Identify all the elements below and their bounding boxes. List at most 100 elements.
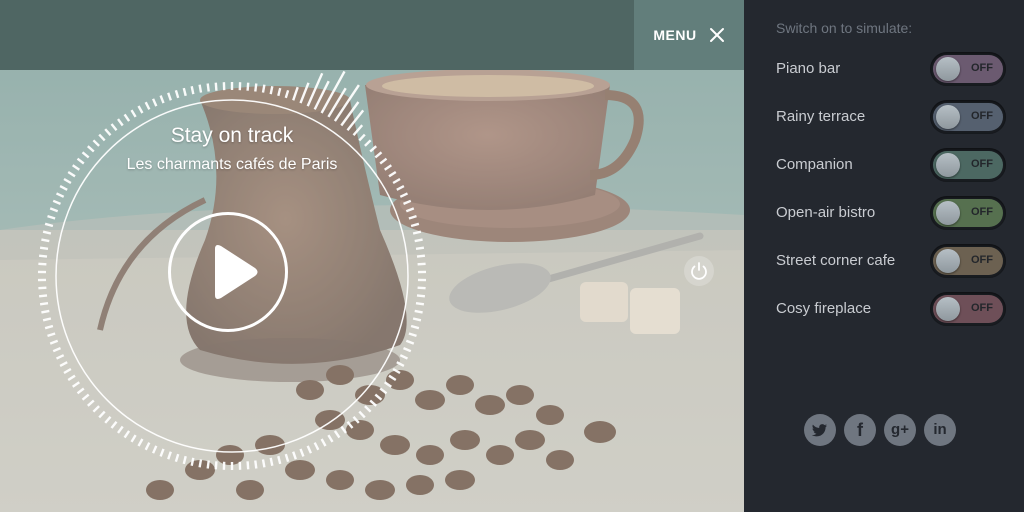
toggle-state: OFF <box>971 158 993 170</box>
visualizer-tick <box>416 294 426 298</box>
visualizer-tick <box>388 170 397 178</box>
visualizer-tick <box>415 246 425 250</box>
visualizer-tick <box>306 445 312 454</box>
toggle-knob[interactable] <box>936 201 960 225</box>
visualizer-tick <box>416 254 426 258</box>
visualizer-tick <box>364 405 372 413</box>
sidebar-heading: Switch on to simulate: <box>776 20 913 36</box>
visualizer-tick <box>110 421 118 429</box>
visualizer-tick <box>369 399 377 407</box>
toggle-street-corner-cafe[interactable]: OFF <box>930 244 1006 278</box>
visualizer-tick <box>214 82 218 91</box>
toggle-state: OFF <box>971 254 993 266</box>
visualizer-tick <box>254 83 258 92</box>
visualizer-tick <box>399 192 409 198</box>
toggle-piano-bar[interactable]: OFF <box>930 52 1006 86</box>
visualizer-tick <box>38 286 47 290</box>
visualizer-tick <box>414 309 423 314</box>
visualizer-tick <box>384 164 392 171</box>
visualizer-tick <box>152 445 158 454</box>
visualizer-tick <box>408 332 417 338</box>
visualizer-tick <box>72 381 80 388</box>
visualizer-tick <box>152 98 158 107</box>
visualizer-tick <box>405 207 415 213</box>
visualizer-tick <box>123 430 131 439</box>
visualizer-tick <box>117 425 124 434</box>
visualizer-tick <box>38 254 48 258</box>
visualizer-tick <box>261 459 266 468</box>
visualizer-tick <box>67 374 76 382</box>
visualizer-tick <box>55 354 65 360</box>
sim-row-rainy-terrace: Rainy terrace OFF <box>776 100 1008 136</box>
visualizer-tick <box>52 199 61 206</box>
power-button[interactable] <box>684 256 714 286</box>
visualizer-tick <box>340 425 347 434</box>
visualizer-tick <box>182 87 187 97</box>
visualizer-tick <box>47 214 56 220</box>
visualizer-tick <box>159 95 165 104</box>
visualizer-tick <box>320 70 346 114</box>
visualizer-tick <box>38 262 47 266</box>
visualizer-tick <box>174 453 180 463</box>
sim-label: Open-air bistro <box>776 204 876 221</box>
visualizer-ring <box>37 70 427 470</box>
visualizer-tick <box>254 460 258 469</box>
visualizer-tick <box>44 222 54 228</box>
linkedin-glyph: in <box>933 421 947 438</box>
visualizer-tick <box>198 84 203 93</box>
visualizer-tick <box>392 367 401 375</box>
toggle-knob[interactable] <box>936 249 960 273</box>
sidebar: Switch on to simulate: Piano bar OFF Rai… <box>744 0 1024 512</box>
visualizer-tick <box>396 361 405 367</box>
visualizer-tick <box>327 434 334 443</box>
visualizer-tick <box>167 92 172 101</box>
visualizer-tick <box>144 101 151 110</box>
visualizer-tick <box>403 199 412 206</box>
toggle-track: OFF <box>933 103 1003 131</box>
power-icon <box>691 262 707 280</box>
twitter-icon[interactable] <box>804 414 836 446</box>
visualizer-tick <box>41 238 50 243</box>
visualizer-tick <box>269 457 274 467</box>
googleplus-icon[interactable]: g+ <box>884 414 916 446</box>
toggle-knob[interactable] <box>936 297 960 321</box>
visualizer-tick <box>292 86 299 101</box>
toggle-knob[interactable] <box>936 57 960 81</box>
toggle-companion[interactable]: OFF <box>930 148 1006 182</box>
visualizer-tick <box>41 309 50 314</box>
visualizer-tick <box>414 238 423 243</box>
play-button[interactable] <box>168 212 288 332</box>
sim-row-piano-bar: Piano bar OFF <box>776 52 1008 88</box>
visualizer-tick <box>190 457 195 467</box>
toggle-open-air-bistro[interactable]: OFF <box>930 196 1006 230</box>
visualizer-tick <box>55 192 65 198</box>
linkedin-icon[interactable]: in <box>924 414 956 446</box>
googleplus-glyph: g+ <box>891 421 909 438</box>
visualizer-tick <box>399 354 409 360</box>
visualizer-tick <box>137 105 144 114</box>
toggle-cosy-fireplace[interactable]: OFF <box>930 292 1006 326</box>
visualizer-tick <box>379 387 388 395</box>
toggle-rainy-terrace[interactable]: OFF <box>930 100 1006 134</box>
visualizer-tick <box>292 451 297 460</box>
toggle-knob[interactable] <box>936 153 960 177</box>
visualizer-tick <box>190 85 195 95</box>
toggle-track: OFF <box>933 247 1003 275</box>
toggle-state: OFF <box>971 62 993 74</box>
visualizer-tick <box>284 453 290 463</box>
visualizer-tick <box>206 83 210 92</box>
visualizer-tick <box>144 442 151 451</box>
facebook-glyph: f <box>857 420 863 440</box>
visualizer-tick <box>410 324 420 330</box>
visualizer-tick <box>42 317 52 322</box>
visualizer-tick <box>198 459 203 468</box>
visualizer-tick <box>130 109 137 118</box>
facebook-icon[interactable]: f <box>844 414 876 446</box>
visualizer-tick <box>412 230 422 235</box>
visualizer-tick <box>214 461 218 470</box>
toggle-knob[interactable] <box>936 105 960 129</box>
visualizer-tick <box>167 451 172 460</box>
toggle-state: OFF <box>971 206 993 218</box>
sim-label: Rainy terrace <box>776 108 866 125</box>
visualizer-tick <box>52 346 61 353</box>
